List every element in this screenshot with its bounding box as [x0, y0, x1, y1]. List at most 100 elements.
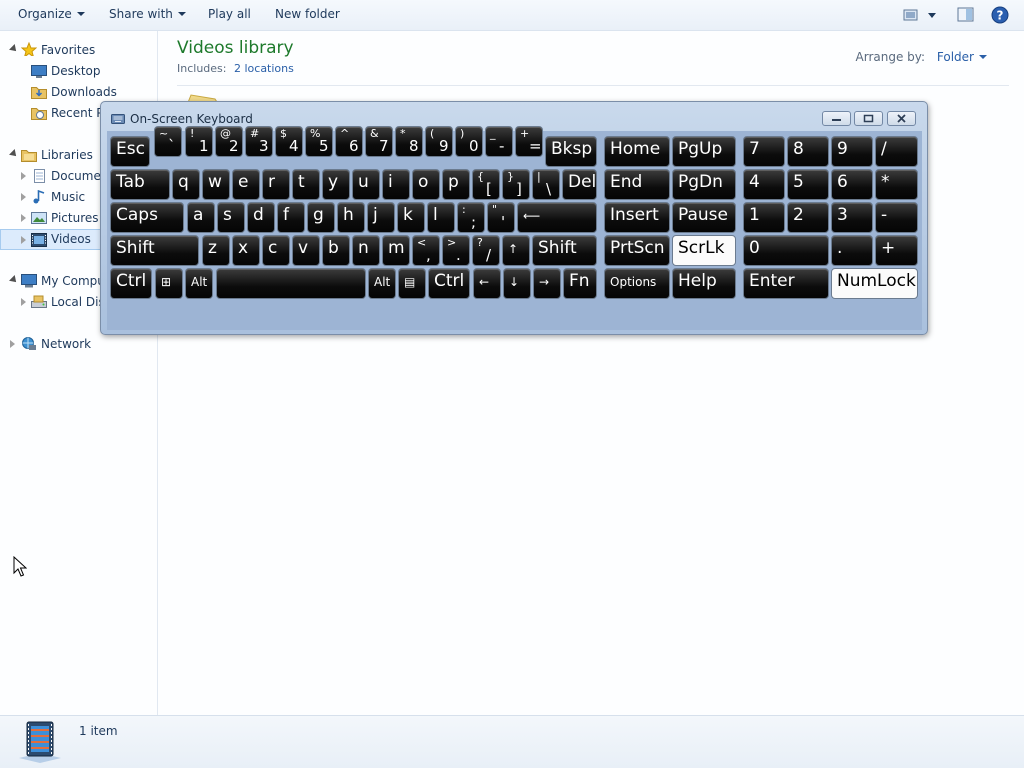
- help-button[interactable]: ?: [991, 6, 1009, 27]
- key-rctrl[interactable]: Ctrl: [428, 268, 470, 299]
- change-view-button[interactable]: [903, 7, 939, 26]
- key-3[interactable]: #3: [245, 126, 273, 157]
- expand-arrow-icon[interactable]: [9, 149, 19, 159]
- key-minus[interactable]: _ -: [485, 126, 513, 157]
- key-o[interactable]: o: [412, 169, 440, 200]
- key-prtscn[interactable]: PrtScn: [604, 235, 670, 266]
- key-h[interactable]: h: [337, 202, 365, 233]
- nav-item-downloads[interactable]: Downloads: [0, 82, 158, 103]
- on-screen-keyboard-window[interactable]: On-Screen Keyboard Esc ~ `! 1 @2 #3 $4% 5 ^ 6 & 7 * 8…: [100, 101, 928, 335]
- key-quote[interactable]: " ': [487, 202, 515, 233]
- key-5[interactable]: % 5: [305, 126, 333, 157]
- preview-pane-button[interactable]: [957, 7, 974, 26]
- locations-link[interactable]: 2 locations: [234, 62, 294, 75]
- key-caps[interactable]: Caps: [110, 202, 184, 233]
- key-9[interactable]: (9: [425, 126, 453, 157]
- key-win[interactable]: ⊞: [155, 268, 183, 299]
- key-npenter[interactable]: Enter: [743, 268, 829, 299]
- key-comma[interactable]: <,: [412, 235, 440, 266]
- key-end[interactable]: End: [604, 169, 670, 200]
- key-npslash[interactable]: /: [875, 136, 918, 167]
- key-a[interactable]: a: [187, 202, 215, 233]
- key-x[interactable]: x: [232, 235, 260, 266]
- key-backslash[interactable]: | \: [532, 169, 560, 200]
- key-enter-main[interactable]: ⟵: [517, 202, 597, 233]
- key-p[interactable]: p: [442, 169, 470, 200]
- nav-item-favorites[interactable]: Favorites: [0, 40, 158, 61]
- share-with-button[interactable]: Share with: [109, 7, 186, 21]
- key-semicolon[interactable]: :;: [457, 202, 485, 233]
- close-button[interactable]: [887, 111, 916, 126]
- key-q[interactable]: q: [172, 169, 200, 200]
- key-6[interactable]: ^ 6: [335, 126, 363, 157]
- key-menu[interactable]: ▤: [398, 268, 426, 299]
- key-scrlk[interactable]: ScrLk: [672, 235, 736, 266]
- organize-button[interactable]: Organize: [18, 7, 85, 21]
- key-del[interactable]: Del: [562, 169, 597, 200]
- key-ralt[interactable]: Alt: [368, 268, 396, 299]
- key-np6[interactable]: 6: [831, 169, 873, 200]
- nav-item-network[interactable]: Network: [0, 334, 158, 355]
- key-np2[interactable]: 2: [787, 202, 829, 233]
- arrange-by-dropdown[interactable]: Folder: [937, 50, 987, 64]
- key-j[interactable]: j: [367, 202, 395, 233]
- key-pgup[interactable]: PgUp: [672, 136, 736, 167]
- key-f[interactable]: f: [277, 202, 305, 233]
- expand-arrow-icon[interactable]: [10, 340, 15, 348]
- expand-arrow-icon[interactable]: [9, 275, 19, 285]
- expand-arrow-icon[interactable]: [21, 298, 26, 306]
- key-space[interactable]: [216, 268, 366, 299]
- key-period[interactable]: >.: [442, 235, 470, 266]
- key-2[interactable]: @2: [215, 126, 243, 157]
- key-y[interactable]: y: [322, 169, 350, 200]
- key-np0[interactable]: 0: [743, 235, 829, 266]
- key-w[interactable]: w: [202, 169, 230, 200]
- key-up[interactable]: ↑: [502, 235, 530, 266]
- minimize-button[interactable]: [822, 111, 851, 126]
- key-rbracket[interactable]: }]: [502, 169, 530, 200]
- nav-item-desktop[interactable]: Desktop: [0, 61, 158, 82]
- key-fn[interactable]: Fn: [563, 268, 597, 299]
- key-esc[interactable]: Esc: [110, 136, 150, 167]
- key-np1[interactable]: 1: [743, 202, 785, 233]
- key-g[interactable]: g: [307, 202, 335, 233]
- expand-arrow-icon[interactable]: [21, 236, 26, 244]
- key-l[interactable]: l: [427, 202, 455, 233]
- key-pause[interactable]: Pause: [672, 202, 736, 233]
- key-b[interactable]: b: [322, 235, 350, 266]
- key-np5[interactable]: 5: [787, 169, 829, 200]
- key-lctrl[interactable]: Ctrl: [110, 268, 152, 299]
- key-insert[interactable]: Insert: [604, 202, 670, 233]
- key-npdot[interactable]: .: [831, 235, 873, 266]
- key-n[interactable]: n: [352, 235, 380, 266]
- key-0[interactable]: ) 0: [455, 126, 483, 157]
- key-d[interactable]: d: [247, 202, 275, 233]
- key-pgdn[interactable]: PgDn: [672, 169, 736, 200]
- key-c[interactable]: c: [262, 235, 290, 266]
- key-m[interactable]: m: [382, 235, 410, 266]
- key-np7[interactable]: 7: [743, 136, 785, 167]
- key-slash[interactable]: ? /: [472, 235, 500, 266]
- key-rshift[interactable]: Shift: [532, 235, 597, 266]
- key-lshift[interactable]: Shift: [110, 235, 199, 266]
- key-home[interactable]: Home: [604, 136, 670, 167]
- restore-button[interactable]: [854, 111, 883, 126]
- key-lalt[interactable]: Alt: [185, 268, 213, 299]
- key-7[interactable]: & 7: [365, 126, 393, 157]
- expand-arrow-icon[interactable]: [21, 214, 26, 222]
- key-backtick[interactable]: ~ `: [154, 126, 182, 157]
- new-folder-button[interactable]: New folder: [275, 7, 340, 21]
- key-down[interactable]: ↓: [503, 268, 531, 299]
- key-u[interactable]: u: [352, 169, 380, 200]
- expand-arrow-icon[interactable]: [9, 44, 19, 54]
- key-i[interactable]: i: [382, 169, 410, 200]
- key-1[interactable]: ! 1: [185, 126, 213, 157]
- key-help[interactable]: Help: [672, 268, 736, 299]
- expand-arrow-icon[interactable]: [21, 172, 26, 180]
- key-bksp[interactable]: Bksp: [545, 136, 597, 167]
- key-equals[interactable]: + =: [515, 126, 543, 157]
- key-8[interactable]: * 8: [395, 126, 423, 157]
- key-options[interactable]: Options: [604, 268, 670, 299]
- key-4[interactable]: $4: [275, 126, 303, 157]
- expand-arrow-icon[interactable]: [21, 193, 26, 201]
